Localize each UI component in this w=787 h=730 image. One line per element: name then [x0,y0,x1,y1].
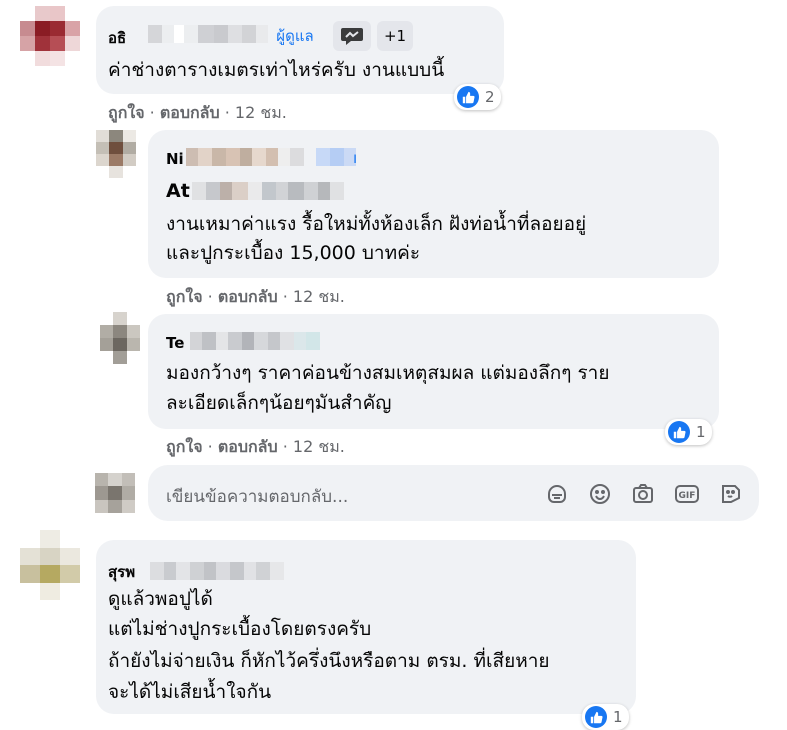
reply-text-line: ละเอียดเล็กๆน้อยๆมันสำคัญ [166,392,392,414]
reaction-summary[interactable]: 2 [454,84,501,110]
gif-icon[interactable]: GIF [674,481,700,507]
redacted-name [150,562,284,580]
comment-text-line: แต่ไม่ช่างปูกระเบื้องโดยตรงครับ [108,618,372,640]
reply-author[interactable]: Te [166,334,184,352]
reaction-count: 1 [696,423,706,441]
current-user-avatar [95,473,135,513]
avatar[interactable] [20,6,80,66]
separator-dot: · [207,437,218,456]
timestamp[interactable]: 12 ชม. [293,437,345,456]
comment-text-line: จะได้ไม่เสียน้ำใจกัน [108,681,272,703]
comment-author[interactable]: สุรพ [108,560,135,584]
reply-actions: ถูกใจ · ตอบกลับ · 12 ชม. [166,435,345,460]
comment-text-line: ดูแล้วพอปูได้ [108,588,213,610]
timestamp[interactable]: 12 ชม. [293,287,345,306]
chat-badge-icon [341,28,363,45]
reply-text-line: และปูกระเบื้อง 15,000 บาทค่ะ [166,242,421,264]
reply-text-line: มองกว้างๆ ราคาค่อนข้างสมเหตุสมผล แต่มองล… [166,362,610,384]
reply-link[interactable]: ตอบกลับ [218,437,278,456]
svg-text:GIF: GIF [679,491,696,501]
emoji-icon[interactable] [587,481,613,507]
avatar[interactable] [96,130,136,178]
comment-actions: ถูกใจ · ตอบกลับ · 12 ชม. [108,101,287,126]
redacted-name [186,148,356,166]
sticker-alt-icon[interactable] [718,481,744,507]
admin-badge[interactable]: ผู้ดูแล [264,21,326,51]
camera-icon[interactable] [630,481,656,507]
separator-dot: · [207,287,218,306]
blue-name-suffix: ı [353,149,358,167]
like-reaction-icon [585,706,607,728]
mentioned-user[interactable]: At [166,180,190,202]
reply-link[interactable]: ตอบกลับ [160,103,220,122]
reply-actions: ถูกใจ · ตอบกลับ · 12 ชม. [166,285,345,310]
comment-text-line: ถ้ายังไม่จ่ายเงิน ก็หักไว้ครึ่งนึงหรือตา… [108,650,550,672]
like-reaction-icon [668,421,690,443]
reply-author[interactable]: Ni [166,150,184,168]
avatar[interactable] [20,530,80,600]
avatar[interactable] [100,312,140,364]
reply-text-line: งานเหมาค่าแรง รื้อใหม่ทั้งห้องเล็ก ฝังท่… [166,213,587,235]
separator-dot: · [224,103,235,122]
like-link[interactable]: ถูกใจ [108,103,145,122]
redacted-mention [192,182,344,200]
like-link[interactable]: ถูกใจ [166,287,203,306]
more-badges-button[interactable]: +1 [377,21,413,51]
reaction-summary[interactable]: 1 [582,704,629,730]
admin-badge-label: ผู้ดูแล [276,27,314,45]
separator-dot: · [282,287,293,306]
reaction-count: 2 [485,88,495,106]
redacted-name [148,25,268,43]
role-badge[interactable] [333,21,371,51]
like-link[interactable]: ถูกใจ [166,437,203,456]
comment-author[interactable]: อธิ [108,26,126,50]
comment-text: ค่าช่างตารางเมตรเท่าไหร่ครับ งานแบบนี้ [108,59,445,81]
reply-link[interactable]: ตอบกลับ [218,287,278,306]
sticker-icon[interactable] [544,481,570,507]
separator-dot: · [282,437,293,456]
like-reaction-icon [457,86,479,108]
timestamp[interactable]: 12 ชม. [235,103,287,122]
reaction-summary[interactable]: 1 [665,419,712,445]
separator-dot: · [149,103,160,122]
redacted-name [190,332,320,350]
reaction-count: 1 [613,708,623,726]
reply-input-placeholder: เขียนข้อความตอบกลับ... [166,487,349,507]
